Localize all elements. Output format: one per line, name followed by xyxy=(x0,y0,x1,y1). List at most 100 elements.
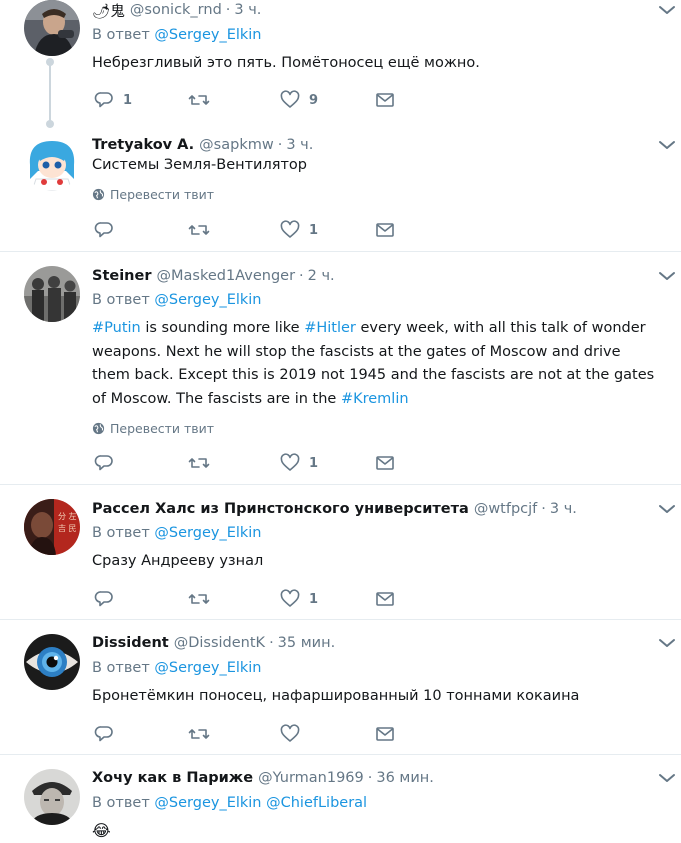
tweet-timestamp[interactable]: 36 мин. xyxy=(376,770,434,786)
display-name[interactable]: Tretyakov A. xyxy=(92,137,194,153)
tweet-text-segment: is sounding more like xyxy=(140,320,305,336)
separator-dot: · xyxy=(269,635,274,651)
user-handle[interactable]: @DissidentK xyxy=(174,635,265,651)
separator-dot: · xyxy=(541,501,546,517)
translate-label: Перевести твит xyxy=(110,421,215,436)
like-count: 9 xyxy=(309,92,319,108)
display-name[interactable]: Рассел Халс из Принстонского университет… xyxy=(92,501,469,517)
reply-button[interactable] xyxy=(94,219,123,241)
translate-link[interactable]: Перевести твит xyxy=(92,187,214,202)
emoji-display-name[interactable]: 🌶鬼 xyxy=(92,0,125,21)
hashtag-link[interactable]: #Putin xyxy=(92,320,141,336)
tweet-timestamp[interactable]: 2 ч. xyxy=(308,268,335,284)
user-handle[interactable]: @sapkmw xyxy=(199,137,274,153)
avatar[interactable] xyxy=(24,135,80,191)
retweet-button[interactable] xyxy=(188,723,219,745)
avatar[interactable] xyxy=(24,266,80,322)
reply-icon xyxy=(94,591,113,607)
tweet[interactable]: Хочу как в Париже @Yurman1969 · 36 мин. … xyxy=(0,767,681,843)
reply-mention[interactable]: @Sergey_Elkin xyxy=(154,525,261,541)
display-name[interactable]: Steiner xyxy=(92,268,152,284)
tweet-text: Сразу Андрееву узнал xyxy=(92,553,264,569)
reply-button[interactable]: 1 xyxy=(94,89,132,111)
like-button[interactable]: 1 xyxy=(280,588,318,610)
tweet-text: 😂 xyxy=(92,821,111,840)
user-handle[interactable]: @Masked1Avenger xyxy=(157,268,296,284)
reply-count: 1 xyxy=(123,92,133,108)
avatar[interactable] xyxy=(24,769,80,825)
envelope-icon xyxy=(376,592,394,606)
user-handle[interactable]: @Yurman1969 xyxy=(258,770,364,786)
like-button[interactable]: 1 xyxy=(280,219,318,241)
like-count: 1 xyxy=(309,591,319,607)
avatar[interactable]: 分 左 吉 民 xyxy=(24,499,80,555)
reply-context: В ответ @Sergey_Elkin xyxy=(92,27,262,43)
reply-button[interactable] xyxy=(94,452,123,474)
envelope-icon xyxy=(376,93,394,107)
retweet-icon xyxy=(188,458,210,468)
chevron-down-icon[interactable] xyxy=(655,266,679,286)
dm-button[interactable] xyxy=(375,452,395,474)
tweet-timestamp[interactable]: 35 мин. xyxy=(278,635,336,651)
reply-mention[interactable]: @Sergey_Elkin xyxy=(154,27,261,43)
heart-icon xyxy=(280,453,300,471)
retweet-button[interactable] xyxy=(188,219,219,241)
dm-button[interactable] xyxy=(375,219,395,241)
avatar[interactable] xyxy=(24,634,80,690)
reply-label: В ответ xyxy=(92,660,150,676)
tweet[interactable]: 🌶鬼 @sonick_rnd · 3 ч. В ответ @Sergey_El… xyxy=(0,0,681,120)
reply-mention[interactable]: @Sergey_Elkin xyxy=(154,660,261,676)
reply-button[interactable] xyxy=(94,723,123,745)
user-handle[interactable]: @wtfpcjf xyxy=(474,501,537,517)
display-name[interactable]: Dissident xyxy=(92,635,169,651)
chevron-down-icon[interactable] xyxy=(655,135,679,155)
tweet-timestamp[interactable]: 3 ч. xyxy=(550,501,577,517)
user-handle[interactable]: @sonick_rnd xyxy=(130,2,222,18)
chevron-down-icon[interactable] xyxy=(655,768,679,788)
tweet-timestamp[interactable]: 3 ч. xyxy=(234,2,261,18)
hashtag-link[interactable]: #Hitler xyxy=(304,320,356,336)
svg-text:分 左: 分 左 xyxy=(58,511,77,521)
avatar-man-cap xyxy=(24,769,80,825)
retweet-button[interactable] xyxy=(188,89,219,111)
retweet-icon xyxy=(188,594,210,604)
translate-link[interactable]: Перевести твит xyxy=(92,421,214,436)
dm-button[interactable] xyxy=(375,723,395,745)
like-button[interactable] xyxy=(280,723,309,745)
heart-icon xyxy=(280,90,300,108)
dm-button[interactable] xyxy=(375,89,395,111)
globe-icon xyxy=(92,188,105,201)
chevron-down-icon[interactable] xyxy=(655,0,679,20)
chevron-down-icon[interactable] xyxy=(655,633,679,653)
reply-icon xyxy=(94,92,113,108)
heart-icon xyxy=(280,220,300,238)
reply-label: В ответ xyxy=(92,292,150,308)
retweet-button[interactable] xyxy=(188,588,219,610)
tweet[interactable]: 分 左 吉 民 Рассел Халс из Принстонского уни… xyxy=(0,497,681,617)
chevron-down-icon[interactable] xyxy=(655,499,679,519)
avatar[interactable] xyxy=(24,0,80,56)
tweet[interactable]: Tretyakov A. @sapkmw · 3 ч. Системы Земл… xyxy=(0,130,681,250)
tweet-text: #Putin is sounding more like #Hitler eve… xyxy=(92,317,662,411)
reply-context: В ответ @Sergey_Elkin xyxy=(92,660,262,676)
reply-mention[interactable]: @Sergey_Elkin xyxy=(154,795,261,811)
hashtag-link[interactable]: #Kremlin xyxy=(341,391,409,407)
tweet[interactable]: Steiner @Masked1Avenger · 2 ч. В ответ @… xyxy=(0,264,681,484)
envelope-icon xyxy=(376,456,394,470)
reply-label: В ответ xyxy=(92,525,150,541)
like-button[interactable]: 9 xyxy=(280,89,318,111)
like-count: 1 xyxy=(309,455,319,471)
tweet[interactable]: Dissident @DissidentK · 35 мин. В ответ … xyxy=(0,632,681,752)
tweet-timestamp[interactable]: 3 ч. xyxy=(286,137,313,153)
retweet-button[interactable] xyxy=(188,452,219,474)
reply-icon xyxy=(94,726,113,742)
dm-button[interactable] xyxy=(375,588,395,610)
reply-button[interactable] xyxy=(94,588,123,610)
display-name[interactable]: Хочу как в Париже xyxy=(92,770,253,786)
envelope-icon xyxy=(376,727,394,741)
reply-mention[interactable]: @Sergey_Elkin xyxy=(154,292,261,308)
reply-context: В ответ @Sergey_Elkin xyxy=(92,525,262,541)
like-button[interactable]: 1 xyxy=(280,452,318,474)
tweet-text: Системы Земля-Вентилятор xyxy=(92,157,307,173)
reply-mention[interactable]: @ChiefLiberal xyxy=(266,795,367,811)
